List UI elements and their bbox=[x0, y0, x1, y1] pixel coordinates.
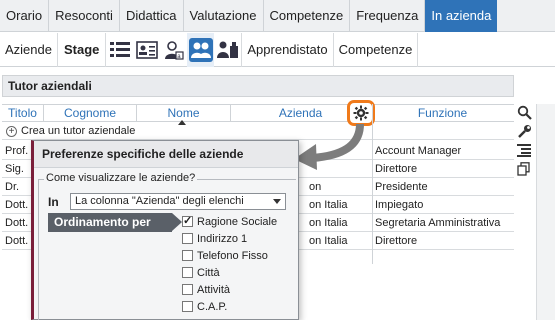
checkbox[interactable] bbox=[182, 233, 193, 244]
option-label: Telefono Fisso bbox=[197, 249, 268, 262]
cell-funzione: Impiegato bbox=[375, 199, 424, 211]
tools-button[interactable] bbox=[516, 123, 532, 139]
workers-view-button[interactable] bbox=[214, 33, 241, 67]
workers-icon bbox=[216, 41, 238, 58]
grid-header: Titolo Cognome Nome Azienda Funzione bbox=[2, 104, 514, 122]
column-funzione[interactable]: Funzione bbox=[371, 105, 514, 121]
gear-icon bbox=[353, 105, 369, 121]
select-value: La colonna "Azienda" degli elenchi bbox=[75, 195, 244, 207]
tab-in-azienda[interactable]: In azienda bbox=[425, 0, 498, 32]
tutors-icon bbox=[190, 42, 211, 58]
sub-navigation: Aziende Stage a Apprendistato Competenze bbox=[0, 32, 555, 67]
option-cap[interactable]: C.A.P. bbox=[182, 298, 277, 315]
cell-titolo: Prof. bbox=[5, 145, 29, 157]
option-ragione-sociale[interactable]: Ragione Sociale bbox=[182, 213, 277, 230]
checkbox[interactable] bbox=[182, 301, 193, 312]
copy-icon bbox=[517, 162, 530, 176]
option-label: Attività bbox=[197, 283, 231, 296]
option-label: Indirizzo 1 bbox=[197, 232, 248, 245]
column-nome[interactable]: Nome bbox=[137, 105, 231, 121]
create-tutor-row[interactable]: + Crea un tutor aziendale bbox=[2, 123, 514, 140]
menu-lines-icon bbox=[517, 144, 531, 157]
search-button[interactable] bbox=[516, 104, 532, 120]
cell-titolo: Sig. bbox=[5, 163, 24, 175]
card-view-button[interactable] bbox=[133, 33, 160, 67]
section-title: Tutor aziendali bbox=[2, 75, 514, 97]
subtab-competenze[interactable]: Competenze bbox=[334, 32, 419, 67]
callout-arrow-icon bbox=[294, 123, 364, 170]
display-location-select[interactable]: La colonna "Azienda" degli elenchi bbox=[70, 193, 286, 210]
cell-funzione: Direttore bbox=[375, 163, 418, 175]
checkbox[interactable] bbox=[182, 214, 193, 227]
option-citta[interactable]: Città bbox=[182, 264, 277, 281]
option-telefono[interactable]: Telefono Fisso bbox=[182, 247, 277, 264]
tab-competenze[interactable]: Competenze bbox=[264, 0, 351, 32]
option-attivita[interactable]: Attività bbox=[182, 281, 277, 298]
tab-valutazione[interactable]: Valutazione bbox=[184, 0, 264, 32]
search-icon bbox=[517, 105, 532, 120]
cell-azienda: on Italia bbox=[309, 217, 348, 229]
subtab-apprendistato[interactable]: Apprendistato bbox=[241, 32, 334, 67]
subtab-aziende[interactable]: Aziende bbox=[0, 32, 58, 67]
list-icon bbox=[109, 41, 130, 57]
subtab-stage[interactable]: Stage bbox=[58, 32, 107, 67]
copy-button[interactable] bbox=[516, 161, 532, 177]
cell-titolo: Dott. bbox=[5, 217, 29, 229]
cell-titolo: Dr. bbox=[5, 181, 20, 193]
menu-button[interactable] bbox=[516, 142, 532, 158]
option-label: Città bbox=[197, 266, 220, 279]
side-toolbar bbox=[515, 104, 533, 177]
checkbox[interactable] bbox=[182, 267, 193, 278]
cell-funzione: Account Manager bbox=[375, 145, 462, 157]
cell-azienda: on Italia bbox=[309, 235, 348, 247]
cell-azienda: on bbox=[309, 181, 322, 193]
tab-frequenza[interactable]: Frequenza bbox=[350, 0, 426, 32]
column-divider bbox=[372, 104, 373, 264]
in-label: In bbox=[48, 195, 59, 209]
checkbox[interactable] bbox=[182, 284, 193, 295]
person-badge-icon: a bbox=[164, 40, 184, 60]
option-label: C.A.P. bbox=[197, 300, 228, 313]
tab-orario[interactable]: Orario bbox=[0, 0, 50, 32]
cell-azienda: on Italia bbox=[309, 199, 348, 211]
create-tutor-label: Crea un tutor aziendale bbox=[21, 124, 136, 137]
cell-titolo: Dott. bbox=[5, 235, 29, 247]
chevron-down-icon bbox=[273, 199, 281, 204]
cell-funzione: Segretaria Amministrativa bbox=[375, 217, 501, 229]
vertical-scrollbar[interactable] bbox=[536, 104, 555, 320]
popup-title: Preferenze specifiche delle aziende bbox=[34, 141, 298, 168]
fieldset-legend: Come visualizzare le aziende? bbox=[44, 172, 198, 184]
ordinamento-label: Ordinamento per bbox=[48, 213, 182, 232]
id-card-icon bbox=[136, 40, 158, 59]
column-titolo[interactable]: Titolo bbox=[2, 105, 44, 121]
sort-options: Ragione Sociale Indirizzo 1 Telefono Fis… bbox=[182, 213, 277, 315]
student-view-button[interactable]: a bbox=[160, 33, 187, 67]
option-indirizzo[interactable]: Indirizzo 1 bbox=[182, 230, 277, 247]
add-circle-icon: + bbox=[6, 125, 17, 137]
company-preferences-popup: Preferenze specifiche delle aziende Come… bbox=[31, 140, 299, 320]
list-view-button[interactable] bbox=[106, 33, 133, 67]
column-cognome[interactable]: Cognome bbox=[44, 105, 137, 121]
tab-resoconti[interactable]: Resoconti bbox=[49, 0, 120, 32]
tab-didattica[interactable]: Didattica bbox=[120, 0, 184, 32]
top-navigation: Orario Resoconti Didattica Valutazione C… bbox=[0, 0, 555, 32]
cell-titolo: Dott. bbox=[5, 199, 29, 211]
option-label: Ragione Sociale bbox=[197, 215, 278, 228]
checkbox[interactable] bbox=[182, 250, 193, 261]
wrench-icon bbox=[517, 124, 531, 138]
cell-funzione: Direttore bbox=[375, 235, 418, 247]
tutor-view-button[interactable] bbox=[187, 32, 215, 67]
cell-funzione: Presidente bbox=[375, 181, 428, 193]
